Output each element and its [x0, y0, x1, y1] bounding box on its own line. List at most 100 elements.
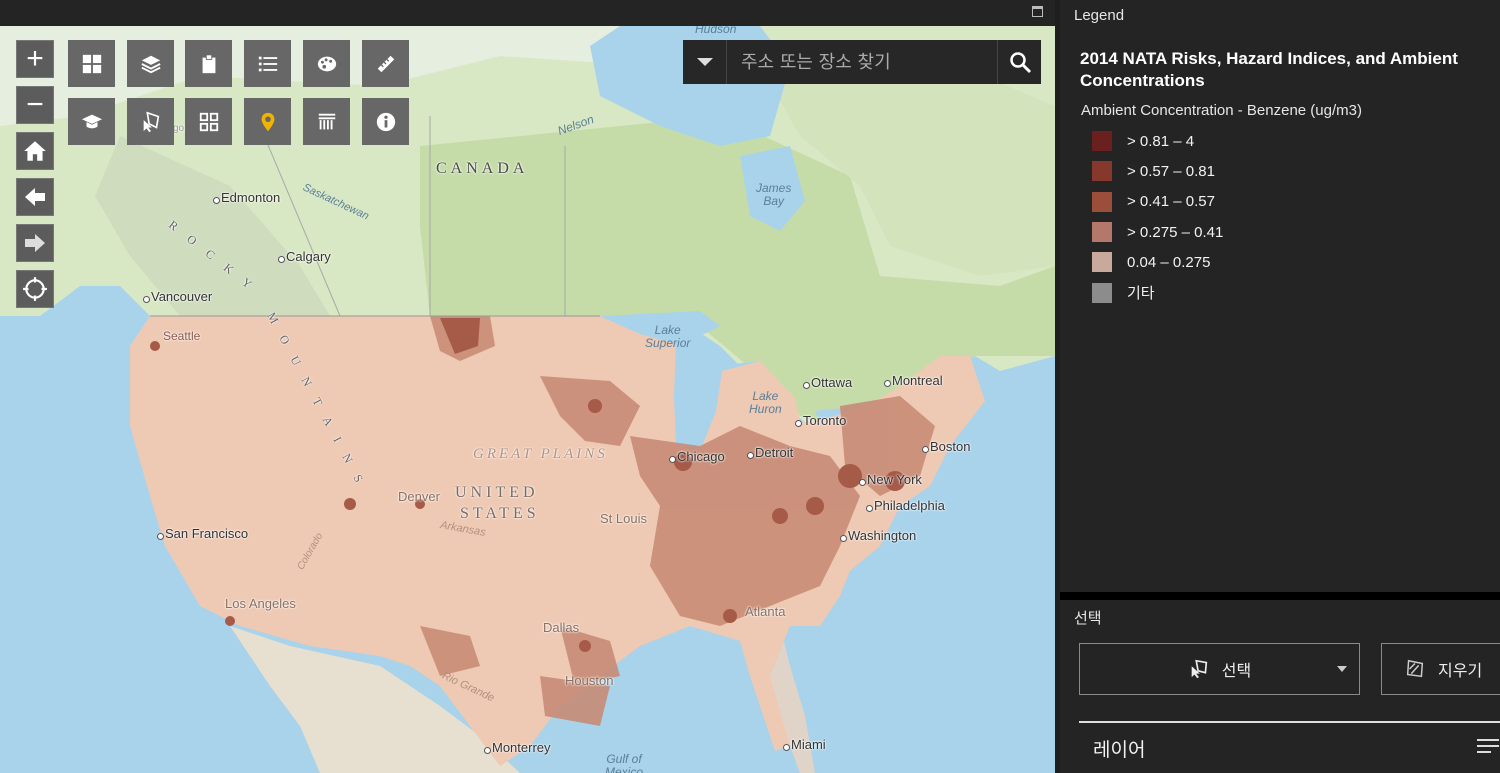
zoom-out-button[interactable]: − — [16, 86, 54, 124]
legend-swatch — [1092, 131, 1112, 152]
map-label-san-francisco: San Francisco — [156, 526, 249, 541]
legend-item-label: > 0.41 – 0.57 — [1127, 193, 1215, 211]
search-button[interactable] — [997, 40, 1041, 84]
search-icon — [1009, 52, 1031, 74]
legend-swatch — [1092, 222, 1112, 243]
legend-swatch — [1092, 161, 1112, 182]
list-icon — [258, 56, 277, 71]
map-label-edmonton: Edmonton — [212, 190, 281, 205]
map-label-los-angeles: Los Angeles — [225, 596, 296, 611]
caret-down-icon — [696, 58, 713, 66]
select-panel-title: 선택 — [1074, 610, 1102, 627]
legend-layer-title: 2014 NATA Risks, Hazard Indices, and Amb… — [1080, 49, 1458, 90]
map-label-miami: Miami — [783, 737, 826, 752]
apps-icon — [199, 112, 218, 131]
palette-icon — [317, 56, 336, 71]
arrow-right-icon — [25, 234, 45, 252]
widget-grid-button[interactable] — [185, 98, 232, 145]
map-header — [0, 0, 1055, 26]
plus-icon: + — [26, 42, 44, 75]
clear-button-label: 지우기 — [1438, 663, 1483, 680]
map-label-states: STATES — [460, 505, 540, 522]
layer-list-button[interactable] — [127, 40, 174, 87]
map-label-seattle: Seattle — [163, 329, 201, 343]
map-label-united: UNITED — [455, 484, 539, 501]
basemap-gallery-button[interactable] — [68, 40, 115, 87]
legend-item: > 0.275 – 0.41 — [1092, 217, 1223, 247]
clipboard-icon — [202, 53, 215, 73]
clear-selection-icon — [1404, 658, 1426, 680]
map-label-monterrey: Monterrey — [484, 740, 551, 755]
map-label-calgary: Calgary — [278, 249, 331, 264]
legend-item-label: > 0.57 – 0.81 — [1127, 162, 1215, 180]
clear-selection-button[interactable]: 지우기 — [1381, 643, 1500, 695]
arrow-left-icon — [25, 188, 45, 206]
map-label-philadelphia: Philadelphia — [866, 498, 945, 513]
legend-panel-title: Legend — [1074, 7, 1125, 24]
locate-button[interactable] — [16, 270, 54, 308]
side-panel: Legend 2014 NATA Risks, Hazard Indices, … — [1060, 0, 1500, 773]
legend-item: 기타 — [1092, 277, 1223, 307]
layer-section-title: 레이어 — [1093, 740, 1146, 761]
draw-button[interactable] — [303, 40, 350, 87]
map-label-detroit: Detroit — [746, 445, 794, 460]
map-label-toronto: Toronto — [794, 413, 847, 428]
grid-icon — [82, 54, 101, 73]
lake-michigan — [674, 351, 696, 446]
map-label-great-plains: GREAT PLAINS — [473, 446, 608, 462]
map-label-lake-superior: Lake Superior — [645, 323, 691, 350]
map-label-james-bay: James Bay — [756, 181, 792, 208]
map-label-dallas: Dallas — [543, 620, 580, 635]
search-input[interactable] — [727, 40, 997, 84]
select-cursor-icon — [1188, 658, 1210, 680]
legend-item: > 0.81 – 4 — [1092, 126, 1223, 156]
map-label-atlanta: Atlanta — [745, 604, 786, 619]
legend-panel: Legend 2014 NATA Risks, Hazard Indices, … — [1060, 0, 1500, 592]
previous-extent-button[interactable] — [16, 178, 54, 216]
zoom-in-button[interactable]: + — [16, 40, 54, 78]
layer-divider — [1079, 721, 1500, 723]
legend-item-label: 기타 — [1127, 285, 1155, 303]
about-button[interactable] — [68, 98, 115, 145]
locate-icon — [23, 277, 47, 301]
home-button[interactable] — [16, 132, 54, 170]
map-label-denver: Denver — [398, 489, 440, 504]
map-view[interactable]: Hudson CANADA Nelson Edmonton Saskatchew… — [0, 26, 1055, 773]
panel-divider — [1060, 592, 1500, 600]
map-label-ottawa: Ottawa — [802, 375, 853, 390]
map-label-canada: CANADA — [436, 160, 529, 177]
map-label-hudson: Hudson — [695, 26, 737, 36]
legend-item-label: 0.04 – 0.275 — [1127, 253, 1211, 271]
map-label-houston: Houston — [565, 673, 614, 688]
legend-items: > 0.81 – 4 > 0.57 – 0.81 > 0.41 – 0.57 > 0.… — [1092, 126, 1223, 308]
search-widget — [683, 40, 1041, 84]
attribute-table-button[interactable] — [303, 98, 350, 145]
legend-item-label: > 0.81 – 4 — [1127, 132, 1195, 150]
maximize-icon[interactable] — [1032, 6, 1043, 17]
legend-swatch — [1092, 282, 1112, 303]
legend-item: 0.04 – 0.275 — [1092, 247, 1223, 277]
map-label-gulf-of-mexico: Gulf of Mexico — [605, 752, 644, 773]
legend-item-label: > 0.275 – 0.41 — [1127, 223, 1224, 241]
measure-button[interactable] — [362, 40, 409, 87]
map-label-lake-huron: Lake Huron — [749, 389, 782, 416]
select-panel: 선택 선택 지우기 레이어 — [1060, 600, 1500, 773]
graduation-cap-icon — [81, 114, 102, 128]
location-pin-icon — [261, 112, 274, 131]
select-button[interactable]: 선택 — [1079, 643, 1360, 695]
filter-list-icon[interactable] — [1476, 736, 1500, 763]
next-extent-button[interactable] — [16, 224, 54, 262]
bookmark-button[interactable] — [244, 98, 291, 145]
print-button[interactable] — [185, 40, 232, 87]
caret-down-icon[interactable] — [1337, 666, 1347, 672]
table-icon — [318, 113, 335, 129]
legend-button[interactable] — [244, 40, 291, 87]
select-cursor-icon — [143, 111, 159, 132]
map-label-st-louis: St Louis — [600, 511, 647, 526]
select-tool-button[interactable] — [127, 98, 174, 145]
app-window: Hudson CANADA Nelson Edmonton Saskatchew… — [0, 0, 1500, 773]
info-button[interactable] — [362, 98, 409, 145]
legend-field-name: Ambient Concentration - Benzene (ug/m3) — [1081, 102, 1362, 119]
map-label-chicago: Chicago — [669, 449, 725, 464]
search-source-dropdown[interactable] — [683, 40, 727, 84]
